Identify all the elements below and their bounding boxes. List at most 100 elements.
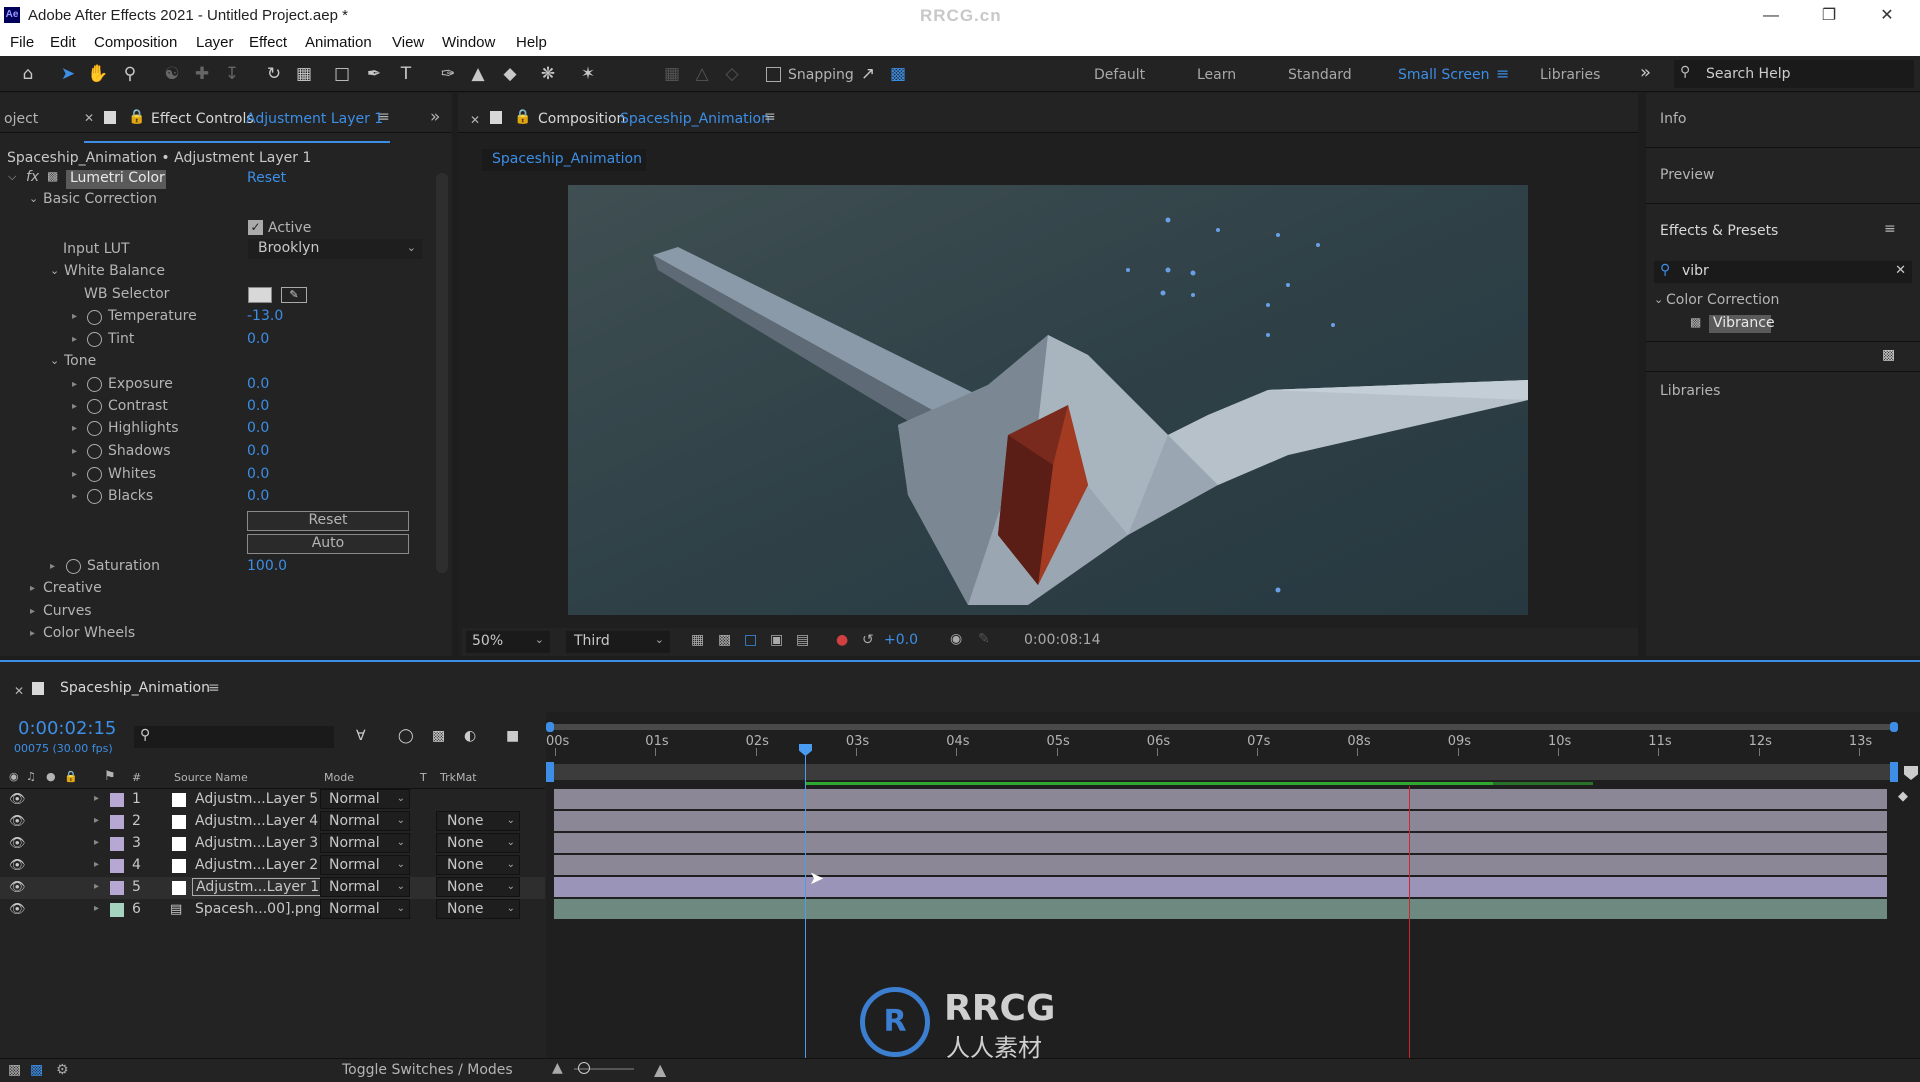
- layer-label-color[interactable]: [110, 881, 124, 895]
- layer-name[interactable]: Spacesh...00].png: [195, 901, 322, 917]
- creative-section[interactable]: Creative: [43, 580, 102, 596]
- color-correction-category[interactable]: Color Correction: [1666, 292, 1779, 308]
- layer-label-color[interactable]: [110, 793, 124, 807]
- visibility-eye-icon[interactable]: 👁: [9, 836, 26, 851]
- composition-viewer[interactable]: [568, 185, 1528, 615]
- zoom-select[interactable]: 50% ⌄: [466, 631, 550, 653]
- expand-arrow-icon[interactable]: ▸: [94, 859, 99, 870]
- clear-search-icon[interactable]: ✕: [1895, 263, 1906, 278]
- layer-label-color[interactable]: [110, 859, 124, 873]
- color-wheels-section[interactable]: Color Wheels: [43, 625, 135, 641]
- stopwatch-icon[interactable]: [66, 559, 81, 574]
- stopwatch-icon[interactable]: [87, 377, 102, 392]
- info-panel-label[interactable]: Info: [1660, 111, 1687, 127]
- menu-file[interactable]: File: [10, 34, 34, 51]
- panel-menu-icon[interactable]: ≡: [378, 109, 390, 125]
- pen-tool-icon[interactable]: ✒: [362, 62, 386, 86]
- navigator-end-handle[interactable]: [1890, 722, 1898, 732]
- tone-label[interactable]: Tone: [64, 353, 96, 369]
- contrast-value[interactable]: 0.0: [247, 398, 269, 414]
- layer-name[interactable]: Adjustm...Layer 1: [191, 878, 324, 896]
- trkmat-select[interactable]: None ⌄: [436, 811, 520, 831]
- blacks-value[interactable]: 0.0: [247, 488, 269, 504]
- frame-blending-icon[interactable]: ◐: [464, 728, 476, 744]
- new-folder-icon[interactable]: ▩: [1882, 347, 1895, 363]
- white-balance-label[interactable]: White Balance: [64, 263, 165, 279]
- menu-window[interactable]: Window: [442, 34, 495, 51]
- in-out-icon[interactable]: ▩: [30, 1062, 43, 1078]
- workspace-small-screen[interactable]: Small Screen: [1398, 67, 1489, 83]
- layer-mode-select[interactable]: Normal ⌄: [320, 855, 410, 875]
- lock-icon[interactable]: 🔒: [128, 109, 145, 125]
- expand-arrow-icon[interactable]: ⌄: [1654, 293, 1663, 306]
- layer-duration-bar[interactable]: [554, 899, 1887, 919]
- layer-mode-select[interactable]: Normal ⌄: [320, 877, 410, 897]
- expand-arrow-icon[interactable]: ⌄: [50, 264, 59, 277]
- vibrance-effect-item[interactable]: Vibrance: [1713, 315, 1775, 331]
- workspace-standard[interactable]: Standard: [1288, 67, 1352, 83]
- tone-reset-button[interactable]: Reset: [247, 511, 409, 531]
- layer-name[interactable]: Adjustm...Layer 5: [195, 791, 318, 807]
- panel-scrollbar[interactable]: [436, 173, 448, 573]
- expand-arrow-icon[interactable]: ▸: [30, 628, 35, 639]
- work-area-start[interactable]: [546, 762, 554, 782]
- menu-effect[interactable]: Effect: [249, 34, 287, 51]
- layer-label-color[interactable]: [110, 903, 124, 917]
- home-icon[interactable]: ⌂: [16, 62, 40, 86]
- expand-arrow-icon[interactable]: ▸: [72, 446, 77, 457]
- workspace-learn[interactable]: Learn: [1197, 67, 1236, 83]
- keyframe-nav-icon[interactable]: ◆: [1898, 789, 1908, 804]
- puppet-tool-icon[interactable]: ✶: [576, 62, 600, 86]
- lock-column-icon[interactable]: 🔒: [64, 770, 78, 783]
- menu-animation[interactable]: Animation: [305, 34, 372, 51]
- audio-toggle-icon[interactable]: ♫: [26, 770, 36, 783]
- menu-view[interactable]: View: [392, 34, 424, 51]
- snapshot-icon[interactable]: ◉: [950, 631, 962, 647]
- snapping-checkbox[interactable]: [766, 67, 781, 82]
- active-checkbox[interactable]: ✓: [248, 220, 263, 235]
- input-lut-select[interactable]: Brooklyn ⌄: [248, 239, 422, 259]
- panel-menu-icon[interactable]: ≡: [208, 680, 220, 696]
- stopwatch-icon[interactable]: [87, 489, 102, 504]
- layer-name[interactable]: Adjustm...Layer 3: [195, 835, 318, 851]
- layer-duration-bar[interactable]: [554, 833, 1887, 853]
- trkmat-select[interactable]: None ⌄: [436, 855, 520, 875]
- timeline-tab-name[interactable]: Spaceship_Animation: [60, 680, 210, 696]
- close-tab-icon[interactable]: ✕: [470, 113, 480, 127]
- expand-arrow-icon[interactable]: ▸: [72, 401, 77, 412]
- pan-tool-icon[interactable]: ✚: [190, 62, 214, 86]
- axis-world-icon[interactable]: △: [690, 62, 714, 86]
- preview-panel-label[interactable]: Preview: [1660, 167, 1715, 183]
- reset-exposure-icon[interactable]: ↺: [862, 632, 874, 648]
- expand-arrow-icon[interactable]: ▸: [94, 837, 99, 848]
- workspace-libraries[interactable]: Libraries: [1540, 67, 1600, 83]
- effect-controls-tab[interactable]: Effect Controls: [151, 111, 254, 127]
- expand-arrow-icon[interactable]: ▸: [72, 311, 77, 322]
- effect-reset-link[interactable]: Reset: [247, 170, 286, 186]
- restore-icon[interactable]: ❐: [1806, 4, 1852, 28]
- visibility-eye-icon[interactable]: 👁: [9, 792, 26, 807]
- overflow-chevron-icon[interactable]: »: [1640, 62, 1651, 83]
- brush-tool-icon[interactable]: ✑: [436, 62, 460, 86]
- work-area-end[interactable]: [1890, 762, 1898, 782]
- search-help-box[interactable]: ⚲ Search Help: [1674, 60, 1914, 88]
- show-snapshot-icon[interactable]: ✎: [978, 631, 990, 647]
- frame-render-icon[interactable]: ⚙: [56, 1062, 69, 1078]
- hide-shy-icon[interactable]: ▩: [432, 728, 445, 744]
- grid-guides-icon[interactable]: ▤: [796, 632, 809, 648]
- work-area-bar[interactable]: [548, 764, 1894, 780]
- expand-arrow-icon[interactable]: ▸: [30, 583, 35, 594]
- zoom-tool-icon[interactable]: ⚲: [118, 62, 142, 86]
- rotate-tool-icon[interactable]: ↻: [262, 62, 286, 86]
- basic-correction-label[interactable]: Basic Correction: [43, 191, 157, 207]
- snap-features-icon[interactable]: ▩: [886, 62, 910, 86]
- expand-arrow-icon[interactable]: ▸: [50, 561, 55, 572]
- panel-menu-icon[interactable]: ≡: [1884, 221, 1896, 237]
- zoom-in-icon[interactable]: ▲: [654, 1060, 666, 1079]
- layer-mode-select[interactable]: Normal ⌄: [320, 899, 410, 919]
- roto-brush-icon[interactable]: ❋: [536, 62, 560, 86]
- effects-search-input[interactable]: ⚲ vibr ✕: [1654, 261, 1912, 283]
- saturation-value[interactable]: 100.0: [247, 558, 287, 574]
- label-tag-icon[interactable]: ⚑: [104, 769, 116, 784]
- panel-menu-icon[interactable]: ≡: [764, 109, 776, 125]
